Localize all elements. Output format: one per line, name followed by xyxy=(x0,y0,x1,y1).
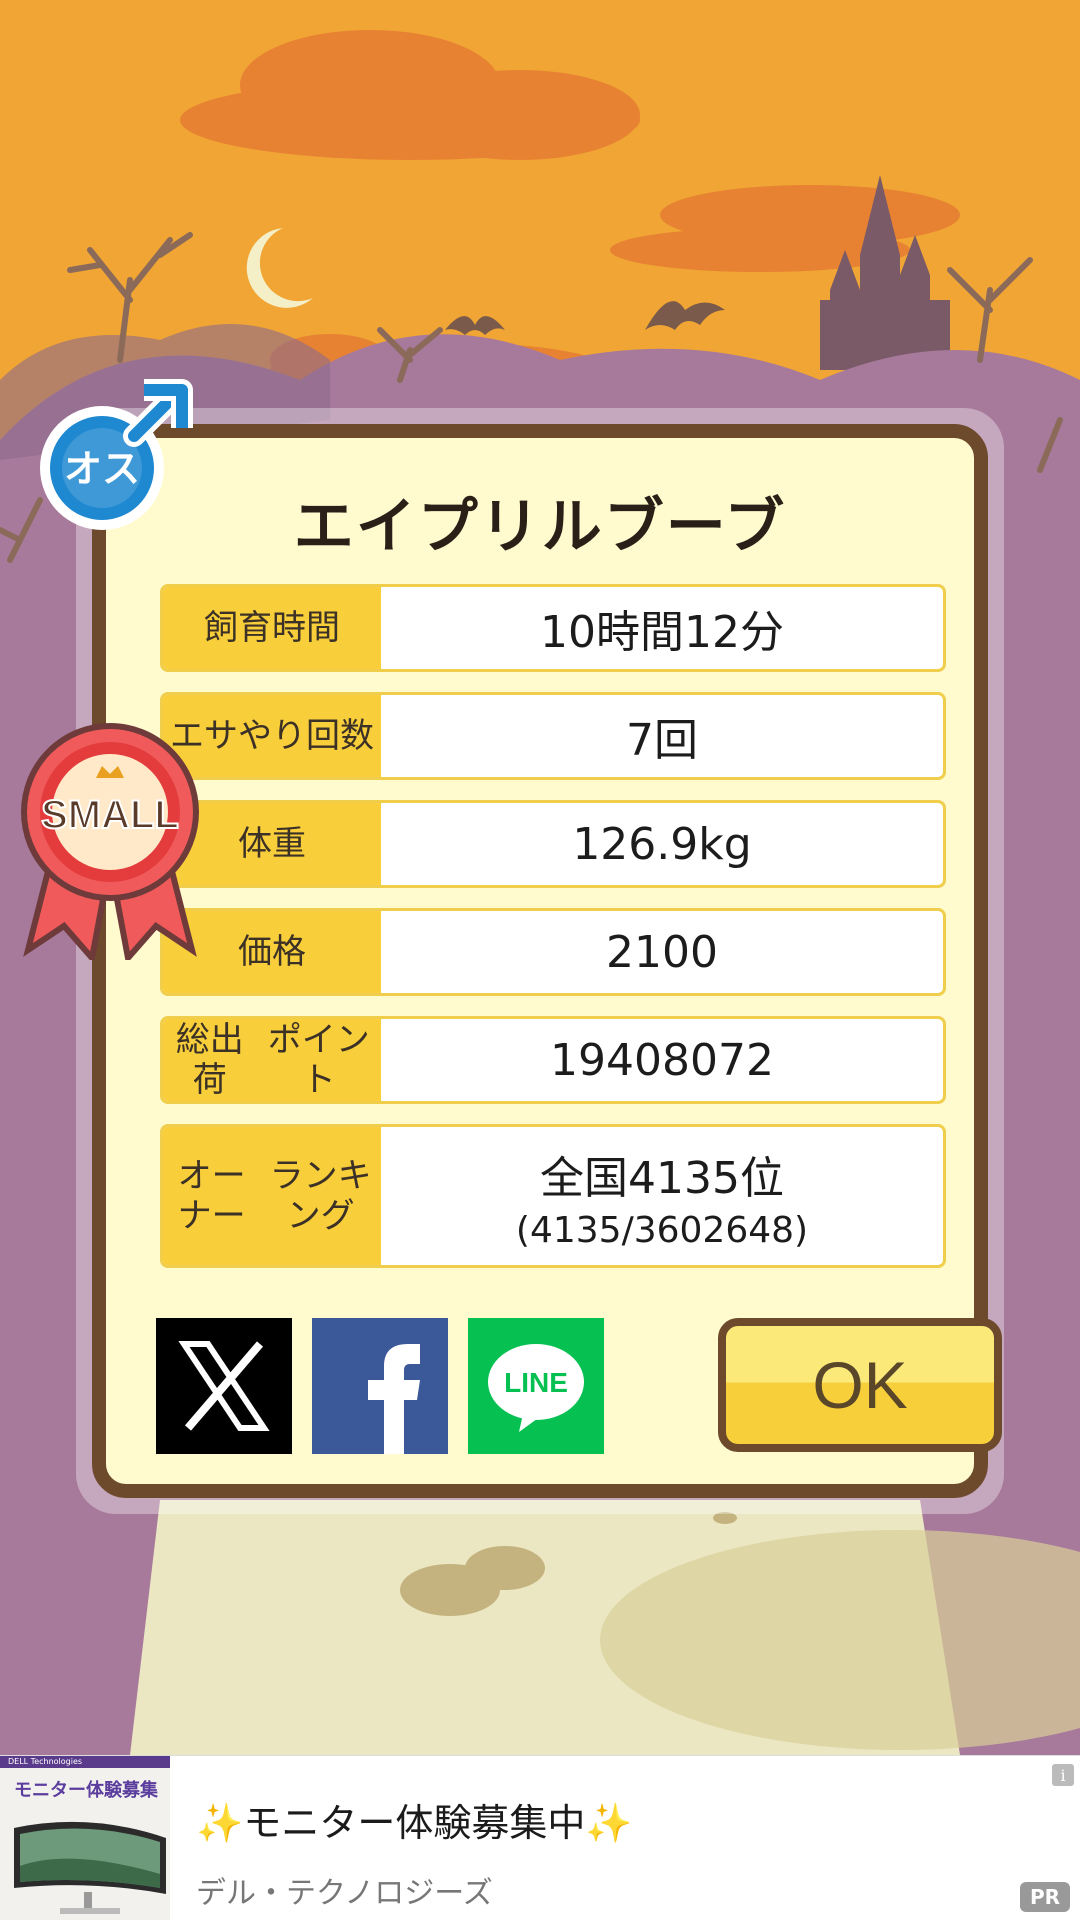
ad-banner[interactable]: DELL Technologies モニター体験募集 ✨モニター体験募集中✨ デ… xyxy=(0,1755,1080,1920)
stat-value: 10時間12分 xyxy=(540,607,784,658)
share-x-button[interactable] xyxy=(156,1318,292,1454)
stat-row-feed-count: エサやり回数 7回 xyxy=(160,692,946,780)
size-label: SMALL xyxy=(41,793,179,837)
stat-label: 総出荷 ポイント xyxy=(163,1019,381,1101)
stat-row-shipment-points: 総出荷 ポイント 19408072 xyxy=(160,1016,946,1104)
stat-value: 7回 xyxy=(626,715,698,766)
x-logo-icon xyxy=(178,1341,270,1431)
stat-row-owner-ranking: オーナー ランキング 全国4135位 (4135/3602648) xyxy=(160,1124,946,1268)
stat-row-price: 価格 2100 xyxy=(160,908,946,996)
ranking-value: 全国4135位 xyxy=(540,1152,784,1204)
stat-row-breeding-time: 飼育時間 10時間12分 xyxy=(160,584,946,672)
pet-result-dialog: エイプリルブーブ 飼育時間 10時間12分 エサやり回数 7回 体重 126.9… xyxy=(92,424,1002,1498)
action-bar: LINE OK xyxy=(156,1318,1002,1454)
stat-value: 19408072 xyxy=(550,1034,774,1086)
stat-row-weight: 体重 126.9kg xyxy=(160,800,946,888)
facebook-logo-icon xyxy=(368,1344,420,1454)
stats-list: 飼育時間 10時間12分 エサやり回数 7回 体重 126.9kg 価格 210… xyxy=(160,584,946,1288)
stat-label: オーナー ランキング xyxy=(163,1127,381,1265)
stat-value: 2100 xyxy=(606,926,718,978)
stat-value: 126.9kg xyxy=(572,818,752,870)
ad-pr-badge: PR xyxy=(1020,1882,1070,1912)
gender-label: オス xyxy=(64,447,140,491)
line-logo-icon: LINE xyxy=(488,1344,584,1432)
ad-thumbnail[interactable]: DELL Technologies モニター体験募集 xyxy=(0,1756,170,1920)
ad-title[interactable]: ✨モニター体験募集中✨ xyxy=(196,1792,633,1847)
line-label: LINE xyxy=(504,1367,568,1398)
pet-name: エイプリルブーブ xyxy=(293,492,787,562)
monitor-icon xyxy=(14,1821,166,1914)
ranking-detail: (4135/3602648) xyxy=(515,1209,809,1251)
ad-sponsor: デル・テクノロジーズ xyxy=(196,1876,493,1911)
ad-info-icon[interactable]: i xyxy=(1052,1764,1074,1786)
stat-label: 飼育時間 xyxy=(163,587,381,669)
stat-value: 全国4135位 (4135/3602648) xyxy=(381,1127,943,1265)
ok-button[interactable]: OK xyxy=(718,1318,1002,1452)
male-gender-badge: オス xyxy=(40,379,193,530)
small-size-ribbon-badge: SMALL xyxy=(21,723,199,960)
share-line-button[interactable]: LINE xyxy=(468,1318,604,1454)
share-facebook-button[interactable] xyxy=(312,1318,448,1454)
